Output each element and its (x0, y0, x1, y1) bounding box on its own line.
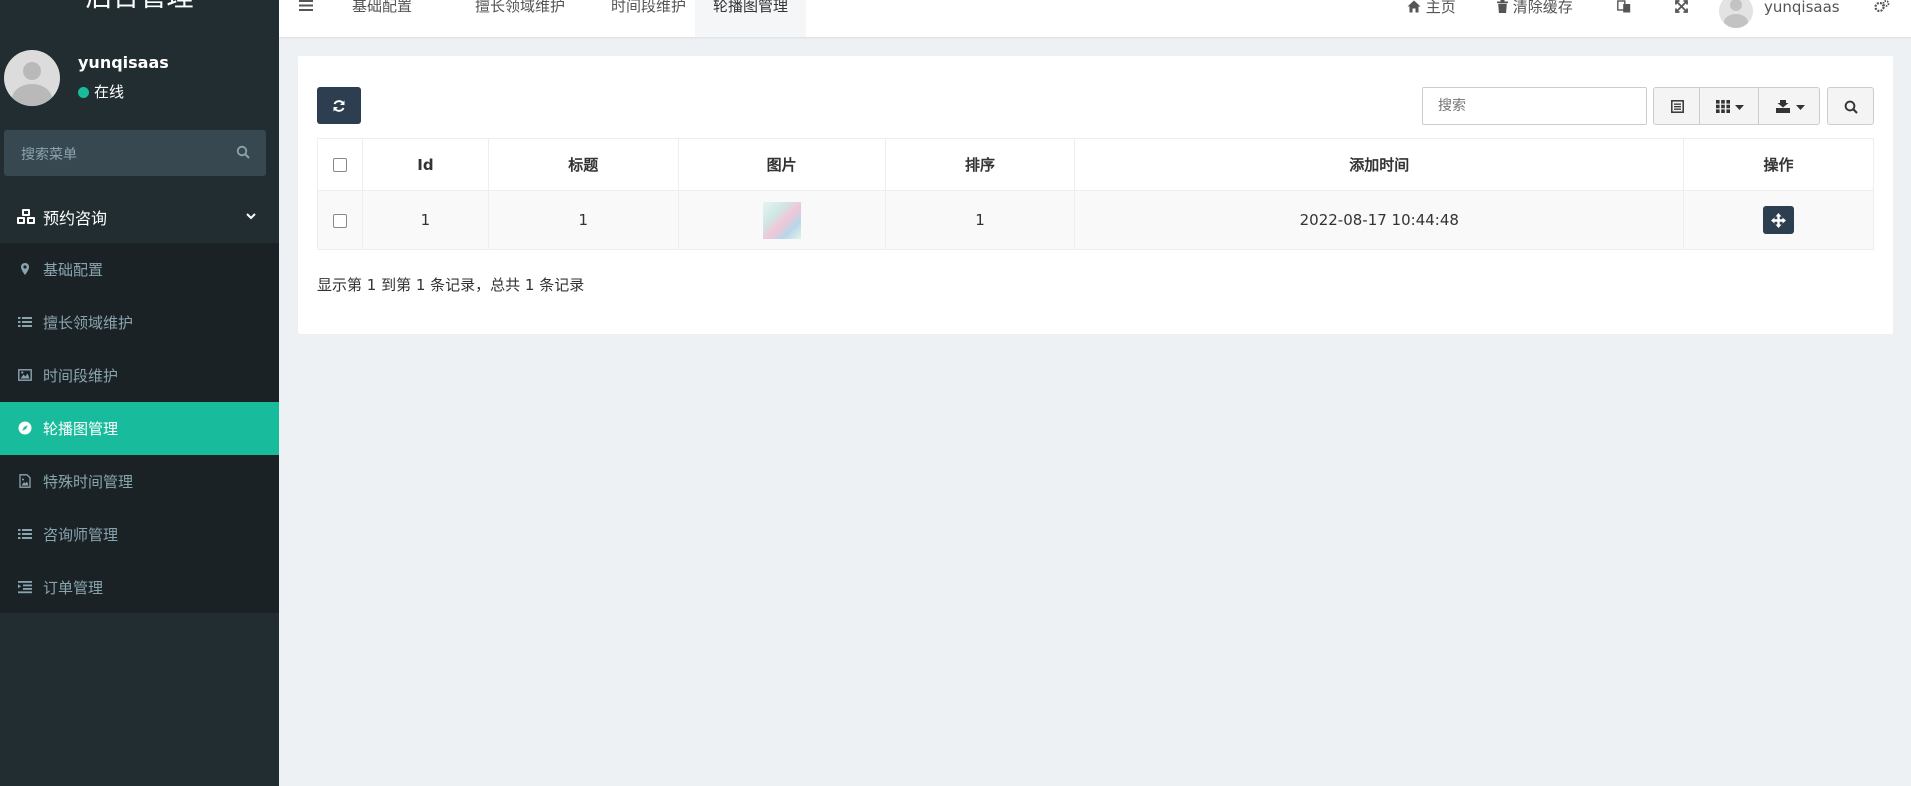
expand-icon (1675, 0, 1688, 13)
sidebar-item-carousel[interactable]: 轮播图管理 (0, 402, 279, 455)
trash-icon (1497, 0, 1508, 13)
sidebar-item-basic-config[interactable]: 基础配置 (0, 243, 279, 296)
cell-created-at: 2022-08-17 10:44:48 (1074, 190, 1685, 250)
table-view-icon (1671, 100, 1684, 113)
sidebar-search-input[interactable]: 搜索菜单 (4, 130, 266, 176)
column-header-id[interactable]: Id (361, 138, 489, 191)
menu-group-appointment[interactable]: 预约咨询 (0, 190, 279, 243)
export-dropdown-button[interactable] (1759, 87, 1820, 125)
column-header-actions: 操作 (1683, 138, 1874, 191)
top-navbar: 基础配置 擅长领域维护 时间段维护 轮播图管理 主页 清除缓存 yunqisaa… (279, 0, 1911, 37)
cell-actions (1683, 190, 1874, 250)
sidebar-item-label: 咨询师管理 (43, 526, 119, 544)
sidebar-item-counselor[interactable]: 咨询师管理 (0, 508, 279, 561)
language-toggle[interactable] (1617, 0, 1631, 21)
clear-cache-label: 清除缓存 (1512, 0, 1573, 16)
gears-icon (1874, 0, 1890, 13)
sidebar-item-label: 时间段维护 (43, 367, 119, 385)
pagination-summary: 显示第 1 到第 1 条记录，总共 1 条记录 (317, 276, 585, 294)
sidebar-search-placeholder: 搜索菜单 (21, 147, 77, 163)
user-status: 在线 (78, 81, 124, 102)
user-name: yunqisaas (78, 53, 169, 72)
clear-cache-link[interactable]: 清除缓存 (1497, 0, 1573, 21)
tab-basic-config[interactable]: 基础配置 (334, 0, 430, 37)
table-row: 1 1 1 2022-08-17 10:44:48 (317, 190, 1874, 250)
column-header-created-at: 添加时间 (1074, 138, 1685, 191)
menu-group-label: 预约咨询 (43, 209, 108, 228)
column-header-sort: 排序 (884, 138, 1076, 191)
map-marker-icon (21, 263, 29, 275)
app-logo-title[interactable]: 后台管理 (0, 0, 279, 18)
home-link[interactable]: 主页 (1407, 0, 1456, 21)
column-header-image: 图片 (677, 138, 886, 191)
user-status-label: 在线 (94, 83, 125, 101)
cell-sort: 1 (884, 190, 1076, 250)
online-dot-icon (78, 87, 89, 98)
caret-down-icon (1796, 105, 1805, 110)
navbar-avatar[interactable] (1719, 0, 1753, 28)
translate-icon (1617, 0, 1631, 13)
chevron-down-icon (246, 213, 256, 220)
toggle-view-button[interactable] (1653, 87, 1700, 125)
advanced-search-button[interactable] (1827, 87, 1874, 125)
list-icon (18, 317, 32, 327)
row-select-cell (317, 190, 363, 250)
user-panel: yunqisaas 在线 (0, 40, 279, 115)
submenu: 基础配置 擅长领域维护 时间段维护 轮播图管理 特殊时间管理 咨询师管理 订单管… (0, 243, 279, 613)
sidebar-item-special-time[interactable]: 特殊时间管理 (0, 455, 279, 508)
caret-down-icon (1735, 105, 1744, 110)
cell-title: 1 (487, 190, 679, 250)
sidebar-item-label: 特殊时间管理 (43, 473, 134, 491)
tab-carousel[interactable]: 轮播图管理 (695, 0, 807, 37)
export-icon (1776, 100, 1790, 113)
content-panel: Id 标题 图片 排序 添加时间 操作 1 1 1 2022-08-17 10:… (298, 56, 1893, 334)
sidebar-item-label: 擅长领域维护 (43, 314, 134, 332)
home-label: 主页 (1425, 0, 1456, 16)
sidebar-item-label: 基础配置 (43, 261, 104, 279)
column-header-title: 标题 (487, 138, 679, 191)
fullscreen-toggle[interactable] (1675, 0, 1688, 21)
cell-image (677, 190, 886, 250)
tab-timeslot[interactable]: 时间段维护 (593, 0, 704, 37)
carousel-table: Id 标题 图片 排序 添加时间 操作 1 1 1 2022-08-17 10:… (317, 138, 1874, 250)
indent-icon (18, 581, 32, 594)
list-icon (18, 529, 32, 539)
sidebar-item-orders[interactable]: 订单管理 (0, 561, 279, 614)
file-image-icon (19, 474, 31, 488)
cell-id: 1 (361, 190, 489, 250)
image-icon (18, 369, 32, 381)
sidebar-item-timeslot[interactable]: 时间段维护 (0, 349, 279, 402)
navbar-username[interactable]: yunqisaas (1764, 0, 1840, 21)
search-icon (1844, 100, 1858, 114)
carousel-image-thumbnail[interactable] (762, 201, 801, 239)
sidebar-item-label: 轮播图管理 (43, 420, 119, 438)
table-search-input[interactable] (1422, 87, 1647, 125)
settings-button[interactable] (1874, 0, 1890, 21)
user-avatar (4, 50, 60, 106)
refresh-icon (333, 100, 345, 112)
table-header-row: Id 标题 图片 排序 添加时间 操作 (317, 138, 1874, 191)
menu-toggle-icon[interactable] (299, 0, 313, 12)
row-checkbox[interactable] (332, 213, 347, 228)
sidebar-item-expertise[interactable]: 擅长领域维护 (0, 296, 279, 349)
select-all-cell (317, 138, 363, 191)
cubes-icon (17, 209, 35, 224)
select-all-checkbox[interactable] (332, 158, 347, 172)
columns-grid-icon (1716, 100, 1730, 113)
compass-icon (18, 421, 32, 435)
table-toolbar-group (1653, 87, 1820, 125)
home-icon (1407, 0, 1421, 13)
arrows-move-icon (1771, 213, 1787, 228)
sidebar: 后台管理 yunqisaas 在线 搜索菜单 预约咨询 基础配置 擅长领域维护 … (0, 0, 279, 786)
drag-sort-button[interactable] (1763, 206, 1795, 234)
refresh-button[interactable] (317, 87, 361, 124)
search-icon[interactable] (236, 145, 250, 159)
tab-expertise[interactable]: 擅长领域维护 (457, 0, 583, 37)
sidebar-item-label: 订单管理 (43, 579, 104, 597)
columns-dropdown-button[interactable] (1700, 87, 1759, 125)
